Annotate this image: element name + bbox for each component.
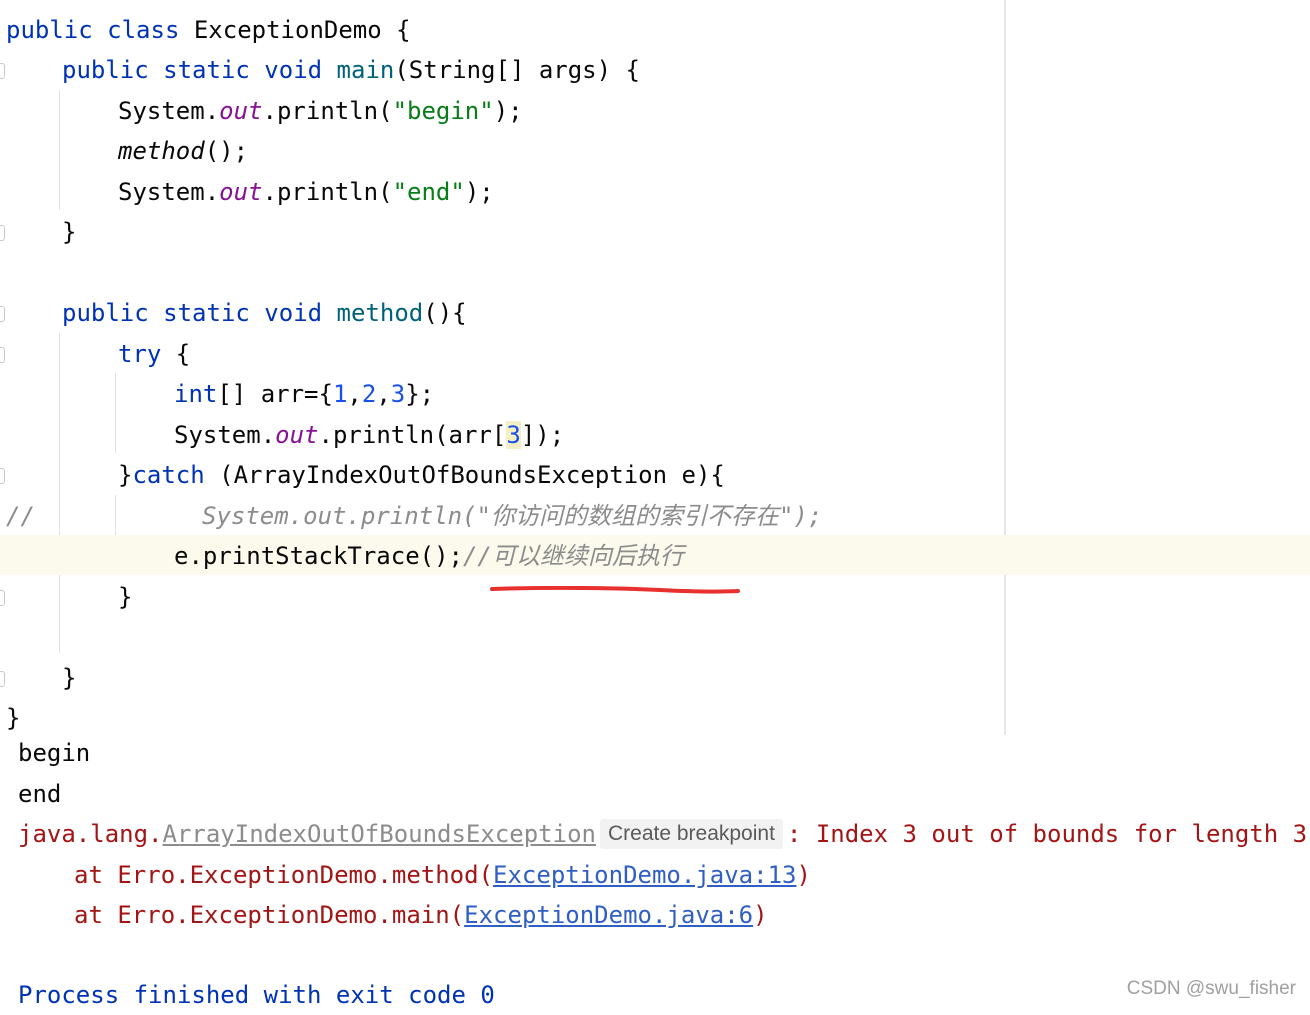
code-token: , bbox=[347, 380, 362, 408]
code-token: method bbox=[118, 137, 205, 165]
code-line[interactable]: try { bbox=[118, 334, 190, 374]
code-token: catch bbox=[132, 461, 205, 489]
console-text: end bbox=[18, 780, 62, 808]
code-token: int bbox=[174, 380, 218, 408]
code-token: public static void bbox=[62, 299, 337, 327]
fold-marker[interactable] bbox=[0, 225, 5, 241]
code-line[interactable]: int[] arr={1,2,3}; bbox=[174, 374, 434, 414]
code-token: e.printStackTrace(); bbox=[174, 542, 463, 570]
code-token: , bbox=[376, 380, 391, 408]
code-token: }; bbox=[405, 380, 435, 408]
code-line[interactable]: } bbox=[62, 658, 76, 698]
red-annotation-underline bbox=[490, 586, 740, 594]
code-token: System. bbox=[118, 97, 220, 125]
code-token: } bbox=[118, 461, 133, 489]
code-token: System. bbox=[174, 421, 276, 449]
indent-guide bbox=[115, 373, 116, 453]
code-token: public static void bbox=[62, 56, 337, 84]
stack-frame-text: ) bbox=[796, 861, 811, 889]
code-token: public class bbox=[6, 16, 194, 44]
exception-package: java.lang. bbox=[18, 820, 163, 848]
code-token: 2 bbox=[361, 380, 377, 408]
code-token: ]); bbox=[520, 421, 565, 449]
code-line[interactable]: } bbox=[118, 577, 132, 617]
code-token: ExceptionDemo { bbox=[193, 16, 411, 44]
code-token: (String[] args) { bbox=[394, 56, 640, 84]
process-status-text: Process finished with exit code 0 bbox=[18, 981, 495, 1009]
code-token: //可以继续向后执行 bbox=[462, 542, 684, 570]
code-token: 3 bbox=[390, 380, 406, 408]
code-token: "end" bbox=[392, 178, 465, 206]
code-token: ); bbox=[493, 97, 523, 125]
code-line-main[interactable]: public static void main(String[] args) { bbox=[62, 50, 640, 90]
code-token: } bbox=[6, 704, 21, 732]
process-finished-line: Process finished with exit code 0 bbox=[18, 975, 495, 1015]
source-location-link[interactable]: ExceptionDemo.java:13 bbox=[493, 861, 796, 889]
code-token: .println( bbox=[262, 97, 393, 125]
code-line[interactable]: }catch (ArrayIndexOutOfBoundsException e… bbox=[118, 455, 725, 495]
code-line[interactable]: method(); bbox=[118, 131, 248, 171]
indent-guide bbox=[59, 333, 60, 653]
code-token: try bbox=[118, 340, 162, 368]
fold-marker[interactable] bbox=[0, 468, 5, 484]
code-token: .println( bbox=[262, 178, 393, 206]
fold-marker[interactable] bbox=[0, 590, 5, 606]
watermark: CSDN @swu_fisher bbox=[1126, 978, 1296, 999]
code-token: } bbox=[62, 218, 77, 246]
exception-message: : Index 3 out of bounds for length 3 bbox=[786, 820, 1308, 848]
code-line[interactable]: } bbox=[62, 212, 76, 252]
code-line-commented-body[interactable]: System.out.println("你访问的数组的索引不存在"); bbox=[202, 496, 822, 536]
code-token: out bbox=[219, 178, 263, 206]
code-token: } bbox=[118, 583, 133, 611]
code-token: .println(arr[ bbox=[318, 421, 507, 449]
code-line[interactable]: System.out.println(arr[3]); bbox=[174, 415, 564, 455]
code-token: 3 bbox=[506, 421, 521, 449]
code-token: 1 bbox=[332, 380, 348, 408]
fold-marker[interactable] bbox=[0, 671, 5, 687]
code-line[interactable]: System.out.println("begin"); bbox=[118, 91, 523, 131]
code-token: System. bbox=[118, 178, 220, 206]
code-token: [] arr={ bbox=[217, 380, 333, 408]
code-token: (){ bbox=[423, 299, 467, 327]
fold-marker[interactable] bbox=[0, 63, 5, 79]
code-token: out bbox=[219, 97, 263, 125]
exception-class-link[interactable]: ArrayIndexOutOfBoundsException bbox=[163, 820, 596, 848]
stack-frame-text: ) bbox=[753, 901, 768, 929]
code-token: method bbox=[336, 299, 424, 327]
stack-frame-text: at Erro.ExceptionDemo.method( bbox=[74, 861, 494, 889]
code-line-method[interactable]: public static void method(){ bbox=[62, 293, 467, 333]
run-console[interactable]: begin end java.lang.ArrayIndexOutOfBound… bbox=[0, 737, 1310, 1009]
stack-frame-text: at Erro.ExceptionDemo.main( bbox=[74, 901, 465, 929]
console-output-line: end bbox=[18, 774, 61, 814]
stack-trace-line: at Erro.ExceptionDemo.main(ExceptionDemo… bbox=[74, 895, 768, 935]
source-location-link[interactable]: ExceptionDemo.java:6 bbox=[464, 901, 753, 929]
code-token: System.out.println("你访问的数组的索引不存在"); bbox=[202, 502, 823, 530]
create-breakpoint-tooltip[interactable]: Create breakpoint bbox=[599, 819, 783, 849]
code-line-current[interactable]: e.printStackTrace();//可以继续向后执行 bbox=[174, 536, 684, 576]
fold-marker[interactable] bbox=[0, 306, 5, 322]
code-line[interactable]: } bbox=[6, 698, 20, 738]
console-exception-line: java.lang.ArrayIndexOutOfBoundsException… bbox=[18, 814, 1307, 854]
code-token: { bbox=[161, 340, 191, 368]
code-token: ); bbox=[464, 178, 494, 206]
code-line-class[interactable]: public class ExceptionDemo { bbox=[6, 10, 411, 50]
code-token: // bbox=[6, 502, 35, 530]
code-token: "begin" bbox=[392, 97, 494, 125]
indent-guide bbox=[59, 90, 60, 210]
code-line[interactable]: System.out.println("end"); bbox=[118, 172, 494, 212]
code-token: (ArrayIndexOutOfBoundsException e){ bbox=[204, 461, 725, 489]
code-token: out bbox=[275, 421, 319, 449]
stack-trace-line: at Erro.ExceptionDemo.method(ExceptionDe… bbox=[74, 855, 811, 895]
code-token: main bbox=[336, 56, 395, 84]
code-token: } bbox=[62, 664, 77, 692]
fold-marker[interactable] bbox=[0, 347, 5, 363]
code-line-commented[interactable]: // bbox=[6, 496, 35, 536]
code-token: (); bbox=[204, 137, 249, 165]
editor-right-margin bbox=[1006, 0, 1310, 735]
console-output-line: begin bbox=[18, 733, 90, 773]
console-text: begin bbox=[18, 739, 91, 767]
